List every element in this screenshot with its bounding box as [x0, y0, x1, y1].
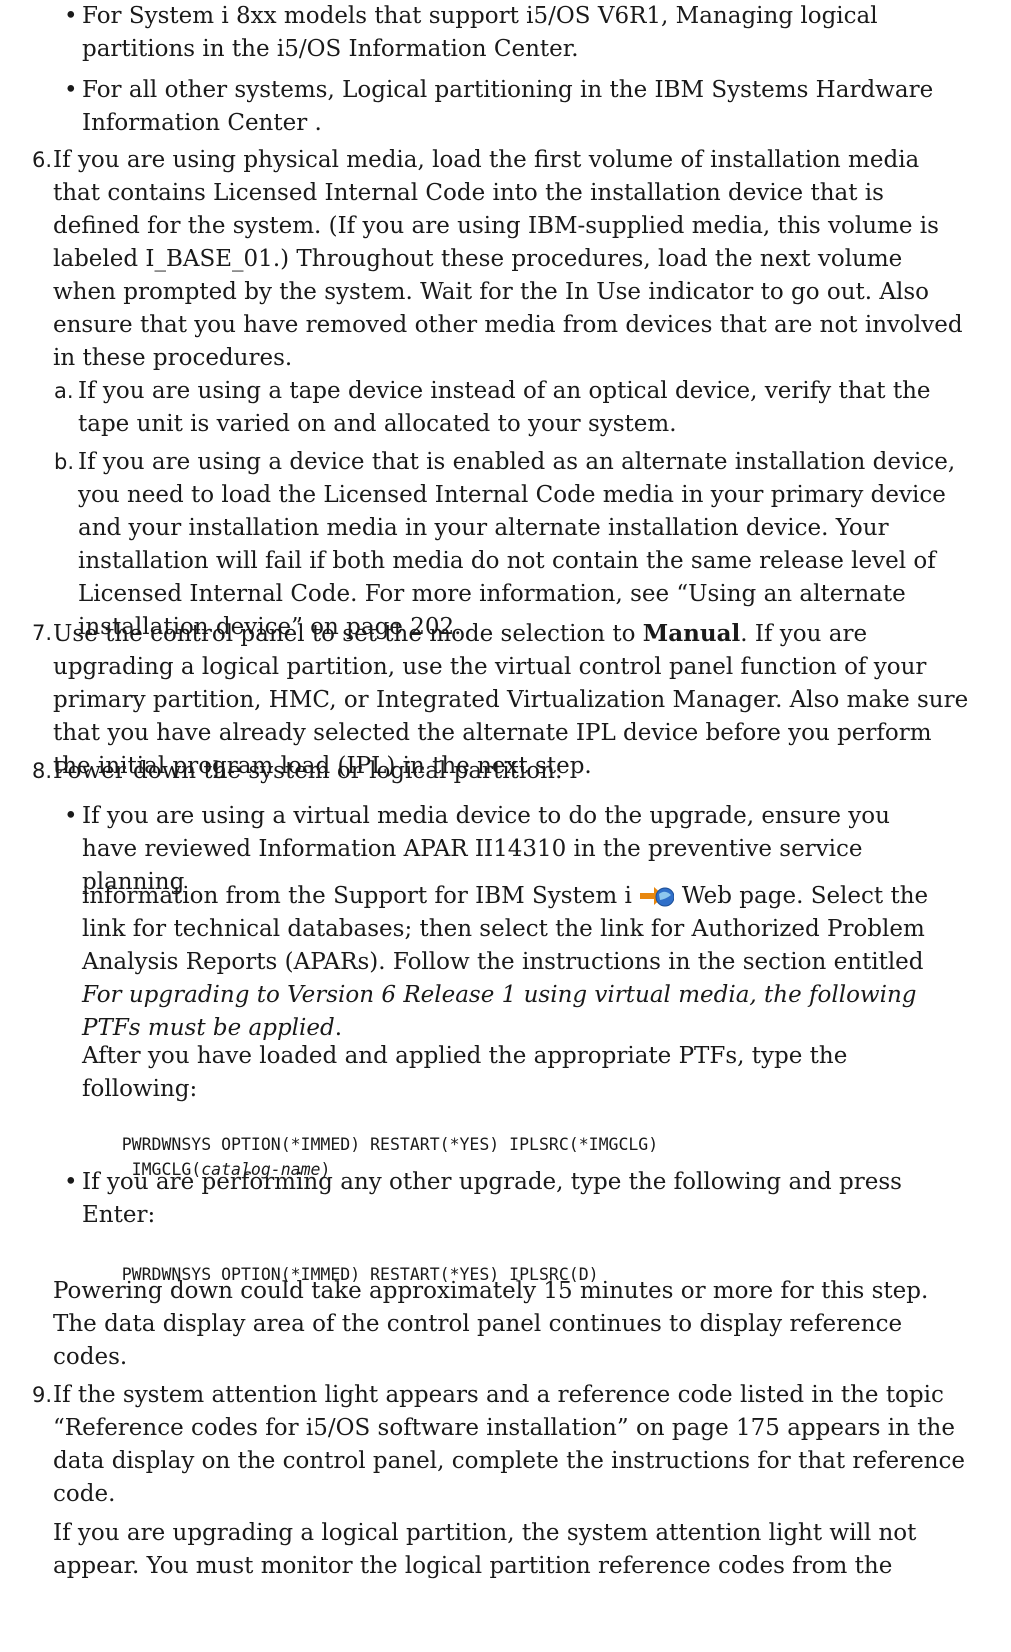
step-number: 9.	[32, 1383, 53, 1407]
paragraph-text: If you are upgrading a logical partition…	[53, 1520, 917, 1579]
bullet-dot: •	[64, 1169, 78, 1195]
bullet-text: For all other systems, Logical partition…	[82, 77, 934, 136]
bullet-text: For System i 8xx models that support i5/…	[82, 3, 878, 62]
bullet-text-end: .	[334, 1015, 343, 1041]
step-number: 8.	[32, 759, 53, 783]
substep-marker: a.	[54, 379, 74, 403]
step-text-start: Use the control panel to set the mode se…	[53, 621, 643, 647]
paragraph-text: Powering down could take approximately 1…	[53, 1278, 929, 1370]
paragraph-text: After you have loaded and applied the ap…	[82, 1043, 848, 1102]
bullet-dot: •	[64, 77, 78, 103]
step-text: If you are using physical media, load th…	[53, 147, 963, 371]
web-link-icon	[639, 887, 674, 907]
step-number: 6.	[32, 148, 53, 172]
substep-marker: b.	[54, 450, 75, 474]
paragraph: If you are upgrading a logical partition…	[53, 1517, 968, 1583]
step-text: If the system attention light appears an…	[53, 1382, 966, 1507]
paragraph: Powering down could take approximately 1…	[53, 1275, 968, 1374]
mode-manual: Manual	[642, 620, 741, 647]
bullet-dot: •	[64, 803, 78, 829]
bullet-text: If you are performing any other upgrade,…	[82, 1169, 902, 1228]
section-title: For upgrading to Version 6 Release 1 usi…	[82, 982, 917, 1041]
substep-text: If you are using a device that is enable…	[78, 449, 956, 640]
substep-text: If you are using a tape device instead o…	[78, 378, 931, 437]
paragraph: After you have loaded and applied the ap…	[82, 1040, 962, 1106]
document-page: • For System i 8xx models that support i…	[0, 0, 1011, 1652]
bullet-text: information from the Support for IBM Sys…	[82, 883, 632, 909]
step-text: Power down the system or logical partiti…	[53, 758, 563, 784]
bullet-continuation: information from the Support for IBM Sys…	[82, 880, 962, 1045]
step-number: 7.	[32, 621, 53, 645]
bullet-dot: •	[64, 3, 78, 29]
